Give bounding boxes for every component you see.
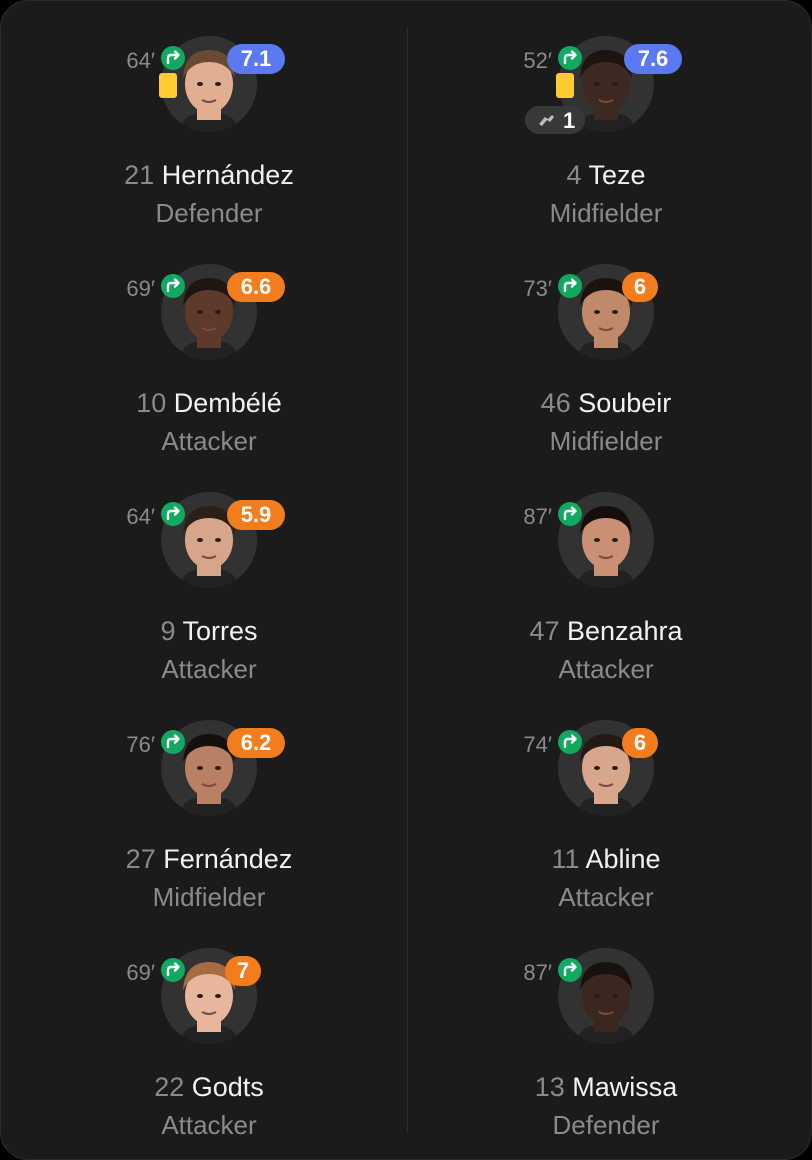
- substitution-icon: [161, 730, 185, 754]
- boot-icon: [539, 115, 554, 126]
- rating-badge: 5.9: [227, 500, 285, 530]
- shirt-number: 22: [154, 1072, 185, 1102]
- player-name[interactable]: Soubeir: [578, 388, 671, 418]
- player-card[interactable]: 69′ 7 22 Godts Attacker: [59, 943, 359, 1143]
- player-name[interactable]: Godts: [192, 1072, 264, 1102]
- player-name[interactable]: Abline: [585, 844, 660, 874]
- sub-minute: 64′: [126, 48, 155, 73]
- goal-badge: 1: [525, 106, 585, 134]
- player-name[interactable]: Benzahra: [567, 616, 683, 646]
- rating-badge: 7.6: [624, 44, 682, 74]
- shirt-number: 13: [534, 1072, 565, 1102]
- substitution-icon: [161, 46, 185, 70]
- shirt-number: 4: [566, 160, 582, 190]
- shirt-number: 10: [136, 388, 167, 418]
- player-card[interactable]: 87′ 47 Benzahra Attacker: [456, 487, 756, 687]
- player-name[interactable]: Fernández: [163, 844, 292, 874]
- sub-minute: 73′: [523, 276, 552, 301]
- player-card[interactable]: 69′ 6.6 10 Dembélé Attacker: [59, 259, 359, 459]
- player-name-line: 9 Torres: [59, 616, 359, 647]
- sub-minute: 52′: [523, 48, 552, 73]
- player-list-panel: 64′ 7.1 21 Hernández Defender 52′ 7.6 1 …: [0, 0, 812, 1160]
- shirt-number: 11: [551, 844, 580, 874]
- shirt-number: 47: [529, 616, 560, 646]
- player-card[interactable]: 87′ 13 Mawissa Defender: [456, 943, 756, 1143]
- sub-minute: 74′: [523, 732, 552, 757]
- player-name-line: 21 Hernández: [59, 160, 359, 191]
- rating-badge: 6: [622, 272, 658, 302]
- player-name-line: 10 Dembélé: [59, 388, 359, 419]
- sub-minute: 87′: [523, 960, 552, 985]
- column-divider: [407, 27, 408, 1133]
- player-card[interactable]: 52′ 7.6 1 4 Teze Midfielder: [456, 31, 756, 231]
- player-card[interactable]: 64′ 7.1 21 Hernández Defender: [59, 31, 359, 231]
- player-name[interactable]: Mawissa: [572, 1072, 677, 1102]
- sub-minute: 76′: [126, 732, 155, 757]
- rating-badge: 7.1: [227, 44, 285, 74]
- player-name-line: 11 Abline: [456, 844, 756, 875]
- substitution-icon: [558, 730, 582, 754]
- player-name-line: 22 Godts: [59, 1072, 359, 1103]
- player-position: Midfielder: [152, 882, 266, 912]
- yellow-card-icon: [556, 73, 574, 98]
- player-name[interactable]: Teze: [589, 160, 646, 190]
- player-name-line: 4 Teze: [456, 160, 756, 191]
- player-card[interactable]: 64′ 5.9 9 Torres Attacker: [59, 487, 359, 687]
- player-name-line: 13 Mawissa: [456, 1072, 756, 1103]
- substitution-icon: [161, 958, 185, 982]
- shirt-number: 46: [540, 388, 571, 418]
- substitution-icon: [558, 46, 582, 70]
- yellow-card-icon: [159, 73, 177, 98]
- rating-badge: 7: [225, 956, 261, 986]
- sub-minute: 69′: [126, 276, 155, 301]
- substitution-icon: [161, 274, 185, 298]
- player-card[interactable]: 74′ 6 11 Abline Attacker: [456, 715, 756, 915]
- substitution-icon: [558, 274, 582, 298]
- player-position: Attacker: [161, 654, 257, 684]
- shirt-number: 21: [124, 160, 155, 190]
- player-position: Defender: [155, 198, 263, 228]
- player-name-line: 27 Fernández: [59, 844, 359, 875]
- player-name[interactable]: Hernández: [162, 160, 294, 190]
- substitution-icon: [558, 958, 582, 982]
- player-card[interactable]: 73′ 6 46 Soubeir Midfielder: [456, 259, 756, 459]
- shirt-number: 9: [160, 616, 176, 646]
- rating-badge: 6.6: [227, 272, 285, 302]
- player-card[interactable]: 76′ 6.2 27 Fernández Midfielder: [59, 715, 359, 915]
- shirt-number: 27: [125, 844, 156, 874]
- rating-badge: 6: [622, 728, 658, 758]
- substitution-icon: [161, 502, 185, 526]
- player-position: Midfielder: [549, 426, 663, 456]
- sub-minute: 64′: [126, 504, 155, 529]
- player-position: Attacker: [161, 426, 257, 456]
- player-name[interactable]: Dembélé: [174, 388, 282, 418]
- player-position: Defender: [552, 1110, 660, 1140]
- player-name-line: 46 Soubeir: [456, 388, 756, 419]
- substitution-icon: [558, 502, 582, 526]
- sub-minute: 87′: [523, 504, 552, 529]
- player-position: Attacker: [558, 654, 654, 684]
- player-position: Attacker: [161, 1110, 257, 1140]
- player-position: Midfielder: [549, 198, 663, 228]
- player-name[interactable]: Torres: [183, 616, 258, 646]
- sub-minute: 69′: [126, 960, 155, 985]
- player-position: Attacker: [558, 882, 654, 912]
- rating-badge: 6.2: [227, 728, 285, 758]
- player-name-line: 47 Benzahra: [456, 616, 756, 647]
